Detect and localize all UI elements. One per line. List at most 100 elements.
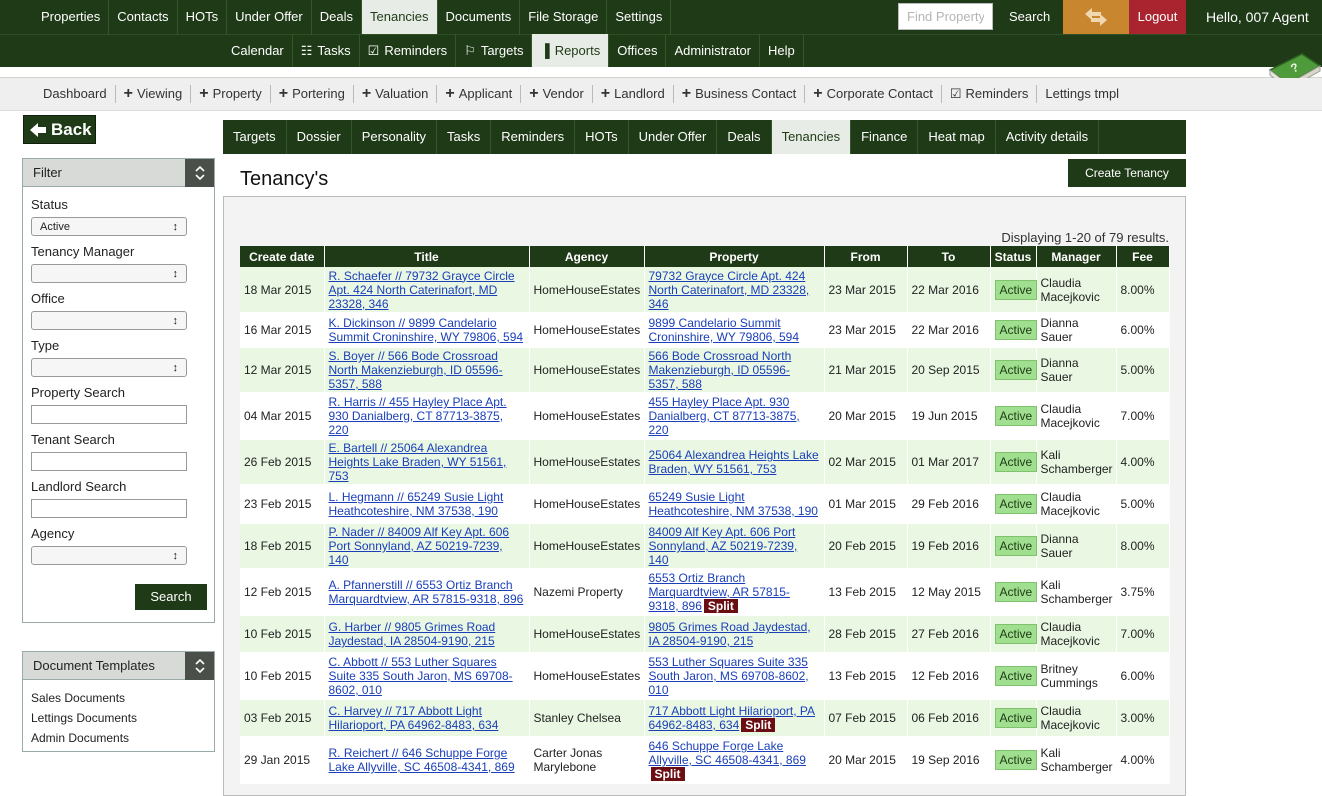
tab-activity-details[interactable]: Activity details — [996, 120, 1100, 154]
tenancy-title-link[interactable]: P. Nader // 84009 Alf Key Apt. 606 Port … — [329, 525, 510, 567]
property-link[interactable]: 9805 Grimes Road Jaydestad, IA 28504-919… — [649, 620, 811, 648]
secondary-nav-tasks[interactable]: ☷ Tasks — [293, 34, 360, 67]
secondary-nav-help[interactable]: Help — [760, 34, 804, 67]
tab-finance[interactable]: Finance — [851, 120, 919, 154]
agency-label: Agency — [31, 526, 75, 541]
tenancy-title-link[interactable]: C. Abbott // 553 Luther Squares Suite 33… — [329, 655, 513, 697]
create-date-cell: 10 Feb 2015 — [240, 615, 325, 654]
type-select[interactable]: ↕ — [31, 358, 187, 377]
document-templates-toggle[interactable] — [185, 651, 214, 680]
tenant-search-input[interactable] — [31, 452, 187, 471]
tab-under-offer[interactable]: Under Offer — [629, 120, 718, 154]
tab-tenancies[interactable]: Tenancies — [771, 120, 852, 154]
tenancy-title-link[interactable]: K. Dickinson // 9899 Candelario Summit C… — [329, 316, 524, 344]
property-link[interactable]: 79732 Grayce Circle Apt. 424 North Cater… — [649, 269, 810, 311]
top-search-button[interactable]: Search — [1003, 0, 1056, 34]
secondary-nav-offices[interactable]: Offices — [609, 34, 667, 67]
secondary-nav-reports[interactable]: ▐ Reports — [532, 34, 610, 67]
admin-documents-link[interactable]: Admin Documents — [31, 728, 214, 748]
quick-business-contact[interactable]: + Business Contact — [672, 85, 805, 103]
tab-hots[interactable]: HOTs — [575, 120, 629, 154]
top-nav-documents[interactable]: Documents — [438, 0, 521, 34]
quick-portering[interactable]: + Portering — [269, 85, 353, 103]
tenancy-manager-select[interactable]: ↕ — [31, 264, 187, 283]
table-row: 10 Feb 2015 C. Abbott // 553 Luther Squar… — [240, 653, 1170, 700]
tenancy-manager-label: Tenancy Manager — [31, 244, 135, 259]
tab-dossier[interactable]: Dossier — [287, 120, 352, 154]
tenancy-title-link[interactable]: L. Hegmann // 65249 Susie Light Heathcot… — [329, 490, 504, 518]
clipboard-icon: ☑ — [949, 86, 962, 101]
tab-targets[interactable]: Targets — [223, 120, 287, 154]
quick-viewing[interactable]: + Viewing — [114, 85, 191, 103]
title-cell: C. Abbott // 553 Luther Squares Suite 33… — [324, 653, 530, 700]
top-nav-hots[interactable]: HOTs — [178, 0, 228, 34]
property-link[interactable]: 65249 Susie Light Heathcoteshire, NM 375… — [649, 490, 818, 518]
property-link[interactable]: 717 Abbott Light Hilarioport, PA 64962-8… — [649, 704, 816, 732]
secondary-nav-reminders[interactable]: ☑ Reminders — [360, 34, 457, 67]
status-cell: Active — [990, 267, 1038, 314]
filter-search-button[interactable]: Search — [135, 584, 207, 610]
top-nav-under-offer[interactable]: Under Offer — [227, 0, 312, 34]
create-tenancy-button[interactable]: Create Tenancy — [1068, 159, 1186, 187]
back-button[interactable]: Back — [23, 115, 96, 144]
quick-lettings-tmpl[interactable]: Lettings tmpl — [1036, 85, 1127, 103]
tab-heat-map[interactable]: Heat map — [918, 120, 996, 154]
status-cell: Active — [990, 313, 1038, 348]
quick-landlord[interactable]: + Landlord — [591, 85, 673, 103]
top-nav-tenancies[interactable]: Tenancies — [362, 0, 438, 34]
tab-deals[interactable]: Deals — [717, 120, 772, 154]
quick-valuation[interactable]: + Valuation — [352, 85, 437, 103]
switch-mode-button[interactable] — [1063, 0, 1129, 34]
logout-button[interactable]: Logout — [1129, 0, 1186, 34]
property-link[interactable]: 25064 Alexandrea Heights Lake Braden, WY… — [649, 448, 819, 476]
property-link[interactable]: 566 Bode Crossroad North Makenzieburgh, … — [649, 349, 792, 391]
quick-reminders[interactable]: ☑ Reminders — [940, 85, 1037, 103]
tenancy-title-link[interactable]: S. Boyer // 566 Bode Crossroad North Mak… — [329, 349, 503, 391]
tenancy-title-link[interactable]: R. Reichert // 646 Schuppe Forge Lake Al… — [329, 746, 515, 774]
quick-label: Landlord — [614, 86, 665, 101]
tenancy-title-link[interactable]: A. Pfannerstill // 6553 Ortiz Branch Mar… — [329, 578, 524, 606]
quick-corporate-contact[interactable]: + Corporate Contact — [804, 85, 941, 103]
create-date-cell: 23 Feb 2015 — [240, 485, 325, 524]
tenancy-title-link[interactable]: E. Bartell // 25064 Alexandrea Heights L… — [329, 441, 507, 483]
secondary-nav-administrator[interactable]: Administrator — [666, 34, 761, 67]
property-link[interactable]: 9899 Candelario Summit Croninshire, WY 7… — [649, 316, 800, 344]
fee-cell: 5.00% — [1116, 347, 1170, 394]
tenancy-title-link[interactable]: G. Harber // 9805 Grimes Road Jaydestad,… — [329, 620, 496, 648]
tenancy-title-link[interactable]: C. Harvey // 717 Abbott Light Hilariopor… — [329, 704, 499, 732]
filter-collapse-toggle[interactable] — [185, 158, 214, 187]
secondary-nav-targets[interactable]: ⚐ Targets — [456, 34, 533, 67]
tab-reminders[interactable]: Reminders — [491, 120, 576, 154]
lettings-documents-link[interactable]: Lettings Documents — [31, 708, 214, 728]
secondary-nav-calendar[interactable]: Calendar — [223, 34, 293, 67]
tab-tasks[interactable]: Tasks — [437, 120, 492, 154]
quick-property[interactable]: + Property — [190, 85, 269, 103]
title-cell: K. Dickinson // 9899 Candelario Summit C… — [324, 313, 530, 348]
property-link[interactable]: 455 Hayley Place Apt. 930 Danialberg, CT… — [649, 395, 800, 437]
top-nav-file-storage[interactable]: File Storage — [520, 0, 608, 34]
status-badge: Active — [994, 582, 1038, 602]
top-nav-deals[interactable]: Deals — [312, 0, 362, 34]
agency-select[interactable]: ↕ — [31, 546, 187, 565]
property-link[interactable]: 553 Luther Squares Suite 335 South Jaron… — [649, 655, 809, 697]
tenancy-title-link[interactable]: R. Schaefer // 79732 Grayce Circle Apt. … — [329, 269, 515, 311]
tab-personality[interactable]: Personality — [352, 120, 438, 154]
tenancy-title-link[interactable]: R. Harris // 455 Hayley Place Apt. 930 D… — [329, 395, 507, 437]
quick-dashboard[interactable]: Dashboard — [35, 85, 115, 103]
top-nav-settings[interactable]: Settings — [607, 0, 672, 34]
top-nav-properties[interactable]: Properties — [33, 0, 110, 34]
create-date-cell: 03 Feb 2015 — [240, 699, 325, 738]
sales-documents-link[interactable]: Sales Documents — [31, 688, 214, 708]
secondary-nav-label: Administrator — [674, 43, 752, 58]
quick-vendor[interactable]: + Vendor — [520, 85, 592, 103]
property-search-input[interactable] — [31, 405, 187, 424]
landlord-search-input[interactable] — [31, 499, 187, 518]
quick-applicant[interactable]: + Applicant — [436, 85, 520, 103]
property-link[interactable]: 84009 Alf Key Apt. 606 Port Sonnyland, A… — [649, 525, 798, 567]
top-nav-contacts[interactable]: Contacts — [109, 0, 178, 34]
tasks-icon: ☷ — [300, 43, 313, 58]
find-property-input[interactable] — [898, 3, 993, 30]
property-link[interactable]: 646 Schuppe Forge Lake Allyville, SC 465… — [649, 739, 806, 767]
office-select[interactable]: ↕ — [31, 311, 187, 330]
plus-icon: + — [123, 85, 133, 102]
